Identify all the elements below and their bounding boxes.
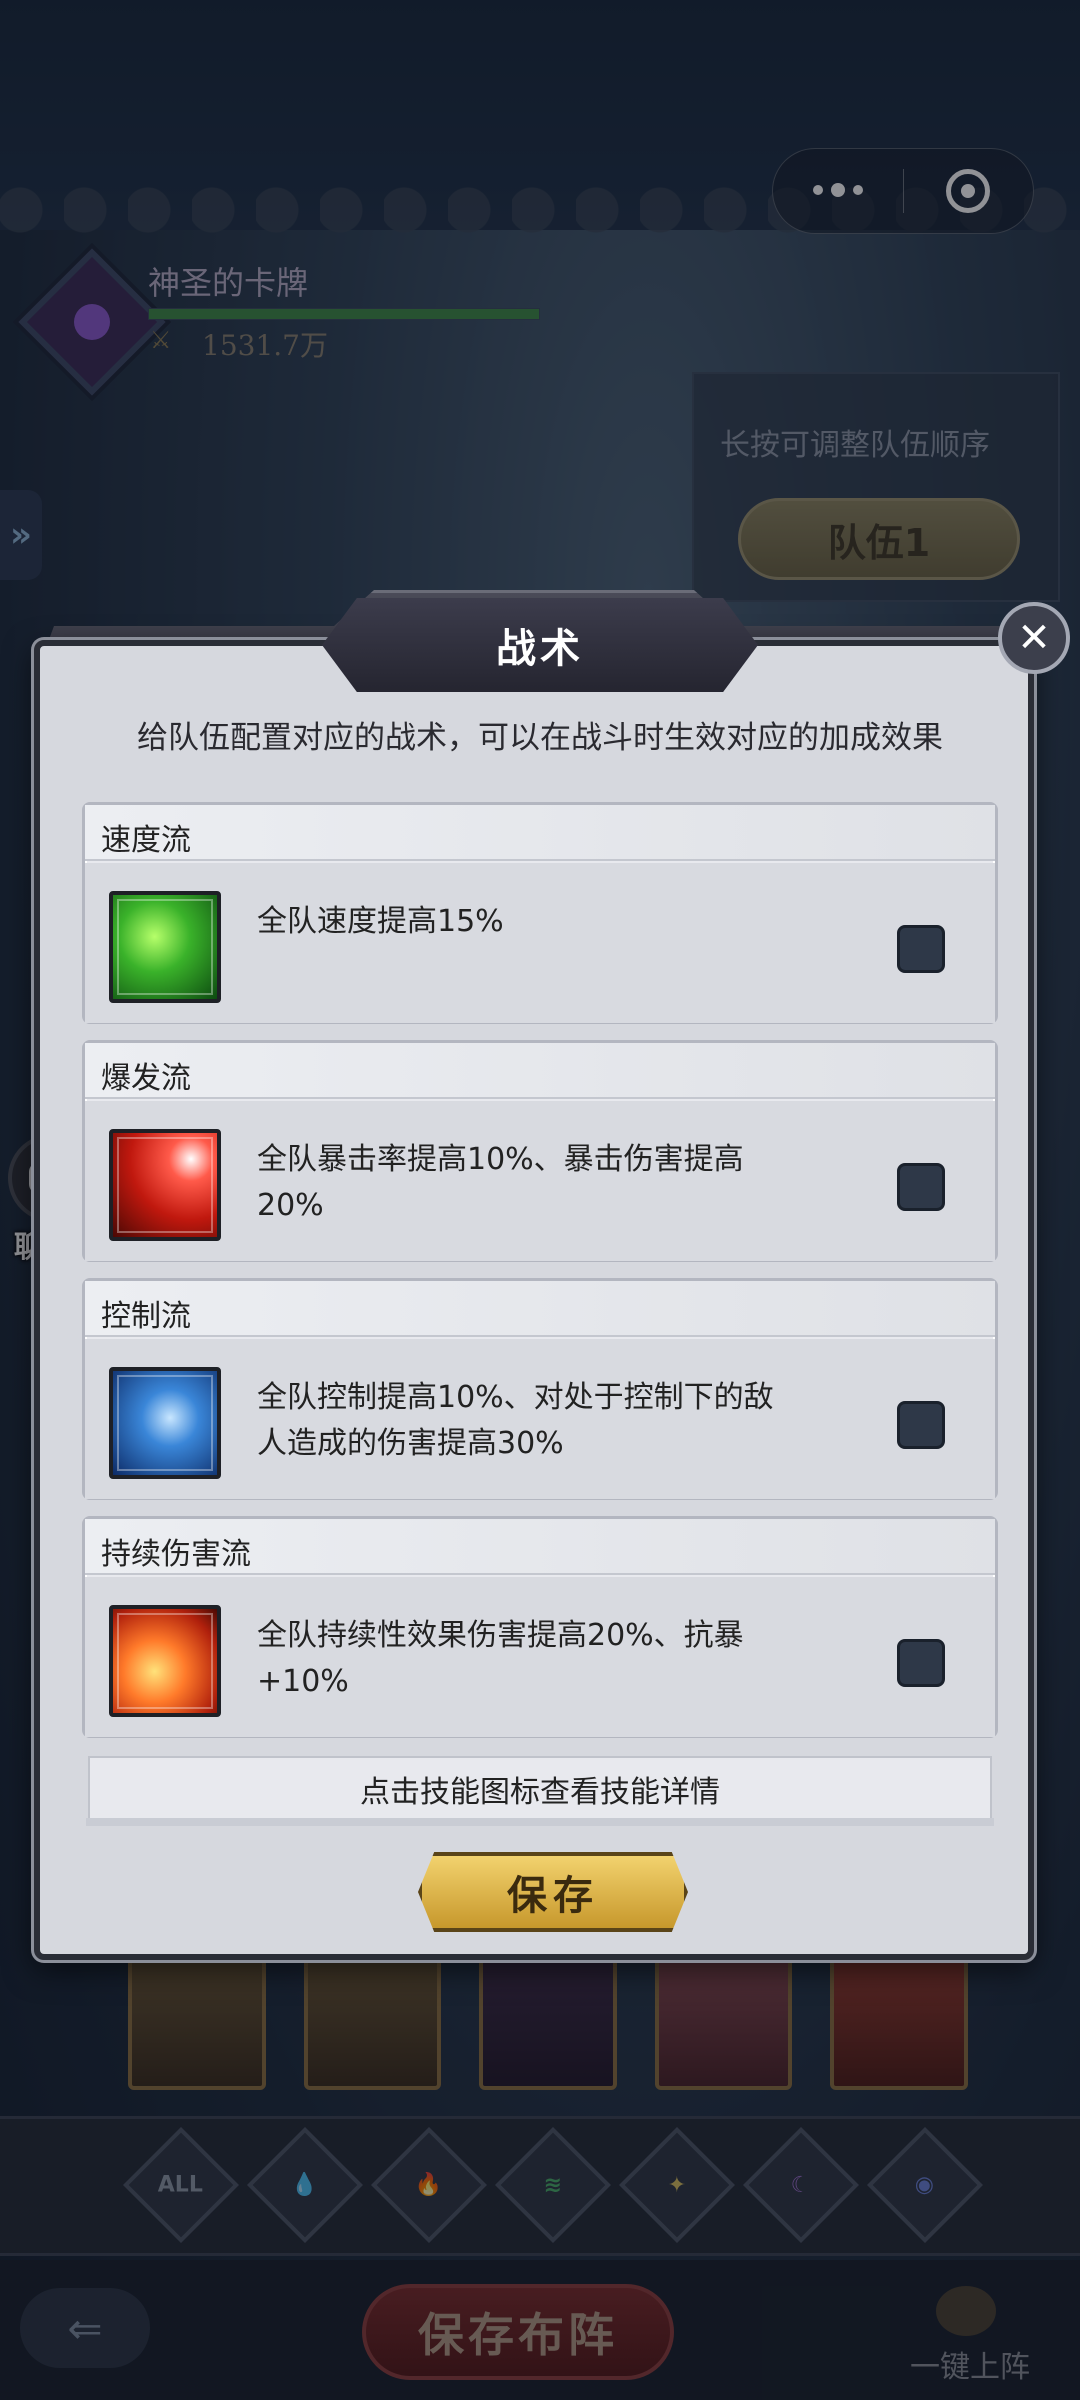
tactic-header: 控制流 xyxy=(85,1281,995,1337)
speed-skill-icon[interactable] xyxy=(109,891,221,1003)
tactic-header: 持续伤害流 xyxy=(85,1519,995,1575)
tactic-effect: 全队持续性效果伤害提高20%、抗暴+10% xyxy=(257,1618,744,1699)
tactic-checkbox[interactable] xyxy=(897,1639,945,1687)
list-edge xyxy=(86,1818,994,1826)
tactic-checkbox[interactable] xyxy=(897,1401,945,1449)
save-button[interactable]: 保存 xyxy=(418,1852,688,1932)
tactic-effect: 全队速度提高15% xyxy=(257,904,504,939)
tactic-effect: 全队暴击率提高10%、暴击伤害提高20% xyxy=(257,1142,744,1223)
tactic-card-speed: 速度流 全队速度提高15% xyxy=(82,802,998,1024)
modal-title-plate: 战术 xyxy=(322,598,758,692)
tactic-card-burst: 爆发流 全队暴击率提高10%、暴击伤害提高20% xyxy=(82,1040,998,1262)
tactic-body: 全队控制提高10%、对处于控制下的敌人造成的伤害提高30% xyxy=(85,1339,995,1499)
tactic-name: 持续伤害流 xyxy=(101,1537,251,1572)
modal-title: 战术 xyxy=(496,626,584,672)
tactic-effect: 全队控制提高10%、对处于控制下的敌人造成的伤害提高30% xyxy=(257,1380,774,1461)
save-button-label: 保存 xyxy=(507,1872,599,1919)
modal-description: 给队伍配置对应的战术，可以在战斗时生效对应的加成效果 xyxy=(137,720,943,756)
burst-skill-icon[interactable] xyxy=(109,1129,221,1241)
tactic-header: 速度流 xyxy=(85,805,995,861)
tactic-name: 速度流 xyxy=(101,823,191,858)
tactic-body: 全队暴击率提高10%、暴击伤害提高20% xyxy=(85,1101,995,1261)
close-icon[interactable]: ✕ xyxy=(998,602,1070,674)
tactic-body: 全队速度提高15% xyxy=(85,863,995,1023)
tactic-checkbox[interactable] xyxy=(897,925,945,973)
dot-skill-icon[interactable] xyxy=(109,1605,221,1717)
tactic-name: 爆发流 xyxy=(101,1061,191,1096)
control-skill-icon[interactable] xyxy=(109,1367,221,1479)
tactic-header: 爆发流 xyxy=(85,1043,995,1099)
footer-hint-box: 点击技能图标查看技能详情 xyxy=(88,1756,992,1820)
tactic-card-dot: 持续伤害流 全队持续性效果伤害提高20%、抗暴+10% xyxy=(82,1516,998,1738)
tactic-card-control: 控制流 全队控制提高10%、对处于控制下的敌人造成的伤害提高30% xyxy=(82,1278,998,1500)
tactic-body: 全队持续性效果伤害提高20%、抗暴+10% xyxy=(85,1577,995,1737)
tactic-name: 控制流 xyxy=(101,1299,191,1334)
footer-hint: 点击技能图标查看技能详情 xyxy=(360,1775,720,1810)
tactic-checkbox[interactable] xyxy=(897,1163,945,1211)
